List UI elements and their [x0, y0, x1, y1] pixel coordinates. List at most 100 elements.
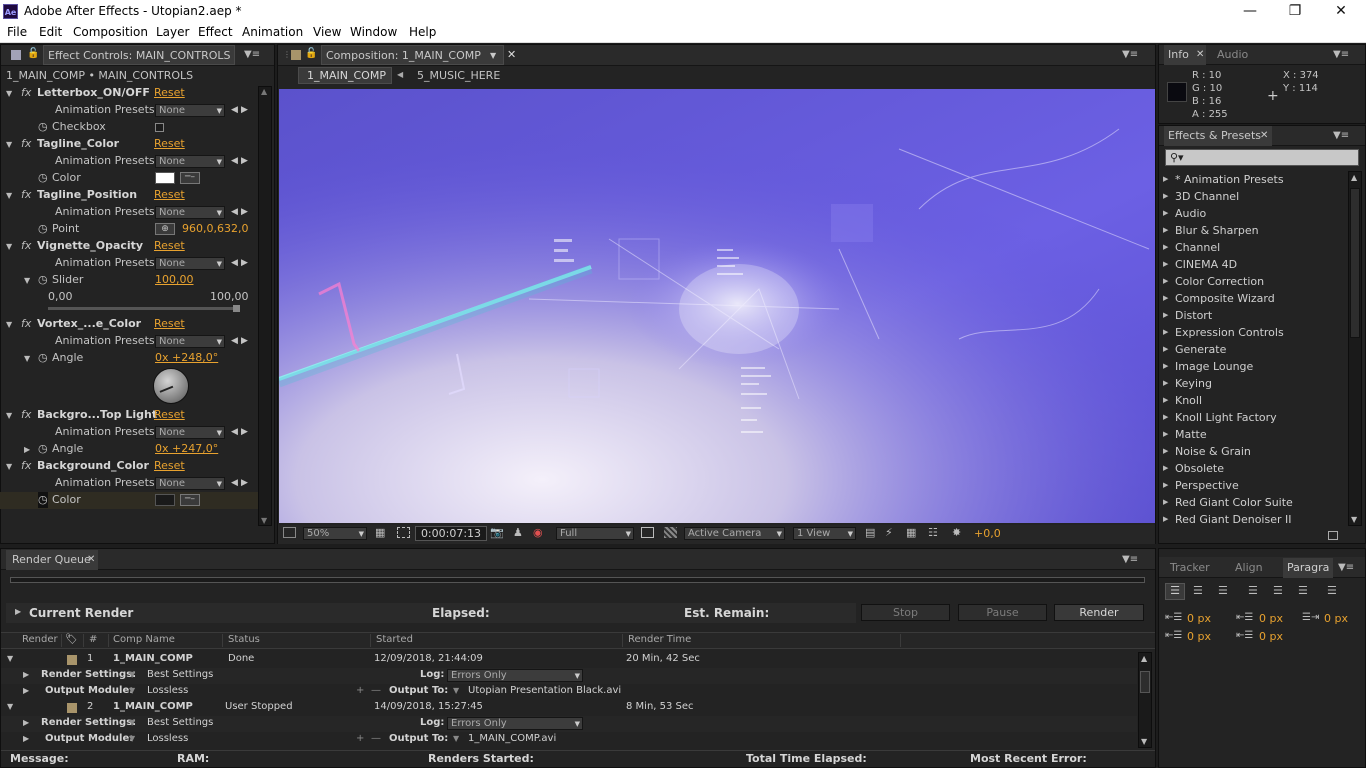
- zoom-dropdown[interactable]: 50%: [303, 527, 367, 540]
- collapse-triangle-icon[interactable]: ▼: [7, 700, 13, 714]
- expand-triangle-icon[interactable]: ▶: [1163, 341, 1168, 358]
- angle-dial[interactable]: [153, 368, 189, 404]
- effect-controls-scrollbar[interactable]: ▲ ▼: [258, 86, 272, 526]
- expand-triangle-icon[interactable]: ▶: [1163, 511, 1168, 528]
- prev-preset-icon[interactable]: ◀: [231, 255, 238, 271]
- tag-icon[interactable]: 🏷: [65, 634, 78, 648]
- tab-info[interactable]: Info ✕: [1164, 45, 1206, 65]
- resolution-dropdown[interactable]: Full: [556, 527, 634, 540]
- preset-dropdown[interactable]: None: [155, 206, 225, 219]
- prev-preset-icon[interactable]: ◀: [231, 475, 238, 491]
- collapse-triangle-icon[interactable]: ▼: [6, 86, 12, 102]
- next-preset-icon[interactable]: ▶: [241, 424, 248, 440]
- channel-icon[interactable]: ◉: [533, 526, 543, 539]
- slider-value[interactable]: 100,00: [155, 272, 194, 288]
- justify-right-icon[interactable]: ☰: [1298, 584, 1308, 597]
- fx-icon[interactable]: fx: [21, 187, 31, 203]
- preset-dropdown[interactable]: None: [155, 477, 225, 490]
- effects-category-item[interactable]: ▶ Expression Controls: [1163, 324, 1347, 341]
- expand-triangle-icon[interactable]: ▶: [1163, 205, 1168, 222]
- stopwatch-icon[interactable]: ◷: [38, 350, 48, 366]
- close-tab-icon[interactable]: ✕: [1196, 45, 1204, 64]
- expand-triangle-icon[interactable]: ▶: [1163, 307, 1168, 324]
- expand-triangle-icon[interactable]: ▶: [1163, 392, 1168, 409]
- render-item-row[interactable]: ▼ 1 1_MAIN_COMP Done 12/09/2018, 21:44:0…: [1, 652, 1137, 668]
- expand-triangle-icon[interactable]: ▶: [23, 668, 29, 682]
- prev-preset-icon[interactable]: ◀: [231, 204, 238, 220]
- tab-composition[interactable]: Composition: 1_MAIN_COMP ▼: [321, 45, 504, 65]
- preset-dropdown[interactable]: None: [155, 426, 225, 439]
- output-file[interactable]: Utopian Presentation Black.avi: [468, 684, 621, 698]
- scroll-thumb[interactable]: [1140, 671, 1150, 693]
- scroll-up-icon[interactable]: ▲: [261, 87, 267, 96]
- remove-output-icon[interactable]: —: [371, 684, 381, 698]
- eyedropper-icon[interactable]: ─–: [180, 172, 200, 184]
- indent-left-value[interactable]: 0 px: [1187, 612, 1211, 625]
- crosshair-icon[interactable]: ⊕: [155, 223, 175, 235]
- column-render-time[interactable]: Render Time: [628, 634, 691, 648]
- panel-menu-icon[interactable]: ▼≡: [1122, 50, 1138, 60]
- point-value[interactable]: 960,0,632,0: [182, 221, 248, 237]
- stopwatch-icon[interactable]: ◷: [38, 119, 48, 135]
- column-number[interactable]: #: [89, 634, 97, 648]
- view-layout-dropdown[interactable]: 1 View: [793, 527, 856, 540]
- stopwatch-icon[interactable]: ◷: [38, 272, 48, 288]
- effects-scrollbar[interactable]: ▲ ▼: [1348, 171, 1362, 526]
- render-settings-value[interactable]: Best Settings: [147, 668, 213, 682]
- expand-triangle-icon[interactable]: ▶: [1163, 375, 1168, 392]
- effects-category-item[interactable]: ▶ Blur & Sharpen: [1163, 222, 1347, 239]
- effects-category-item[interactable]: ▶ Generate: [1163, 341, 1347, 358]
- prev-preset-icon[interactable]: ◀: [231, 424, 238, 440]
- menu-file[interactable]: File: [7, 25, 27, 39]
- fast-preview-icon[interactable]: ⚡: [885, 526, 893, 539]
- slider-handle[interactable]: [233, 305, 240, 312]
- next-preset-icon[interactable]: ▶: [241, 153, 248, 169]
- collapse-triangle-icon[interactable]: ▼: [7, 652, 13, 666]
- preset-dropdown[interactable]: None: [155, 104, 225, 117]
- column-render[interactable]: Render: [22, 634, 58, 648]
- preset-dropdown[interactable]: None: [155, 155, 225, 168]
- reset-link[interactable]: Reset: [154, 85, 185, 101]
- render-settings-value[interactable]: Best Settings: [147, 716, 213, 730]
- dropdown-icon[interactable]: ▼: [129, 668, 135, 682]
- expand-triangle-icon[interactable]: ▶: [1163, 358, 1168, 375]
- dropdown-icon[interactable]: ▼: [129, 732, 135, 746]
- grip-icon[interactable]: ⋮: [283, 50, 291, 60]
- transparency-grid-icon[interactable]: [664, 527, 677, 538]
- effects-category-item[interactable]: ▶ Perspective: [1163, 477, 1347, 494]
- expand-triangle-icon[interactable]: ▶: [1163, 273, 1168, 290]
- expand-triangle-icon[interactable]: ▶: [1163, 494, 1168, 511]
- render-queue-scrollbar[interactable]: ▲ ▼: [1138, 652, 1152, 748]
- eyedropper-icon[interactable]: ─–: [180, 494, 200, 506]
- timeline-icon[interactable]: ▦: [906, 526, 916, 539]
- expand-triangle-icon[interactable]: ▶: [1163, 324, 1168, 341]
- collapse-triangle-icon[interactable]: ▼: [6, 137, 12, 153]
- tab-render-queue[interactable]: Render Queue ✕: [6, 550, 98, 570]
- menu-layer[interactable]: Layer: [156, 25, 189, 39]
- show-snapshot-icon[interactable]: ♟: [513, 526, 523, 539]
- remove-output-icon[interactable]: —: [371, 732, 381, 746]
- effects-category-item[interactable]: ▶ Noise & Grain: [1163, 443, 1347, 460]
- panel-menu-icon[interactable]: ▼≡: [244, 50, 260, 60]
- mask-visibility-icon[interactable]: [397, 527, 410, 538]
- effects-category-item[interactable]: ▶ Color Correction: [1163, 273, 1347, 290]
- dropdown-icon[interactable]: ▼: [453, 732, 459, 746]
- tab-effect-controls[interactable]: Effect Controls: MAIN_CONTROLS: [43, 45, 235, 65]
- color-swatch[interactable]: [155, 494, 175, 506]
- menu-edit[interactable]: Edit: [39, 25, 62, 39]
- close-tab-icon[interactable]: ✕: [1260, 126, 1268, 145]
- output-file[interactable]: 1_MAIN_COMP.avi: [468, 732, 556, 746]
- render-button[interactable]: Render: [1054, 604, 1144, 621]
- composition-viewer[interactable]: [279, 89, 1155, 523]
- tab-effects-presets[interactable]: Effects & Presets ✕: [1164, 126, 1272, 146]
- scroll-up-icon[interactable]: ▲: [1141, 654, 1147, 663]
- next-preset-icon[interactable]: ▶: [241, 475, 248, 491]
- expand-triangle-icon[interactable]: ▶: [1163, 477, 1168, 494]
- label-color-swatch[interactable]: [67, 703, 77, 713]
- align-center-icon[interactable]: ☰: [1193, 584, 1203, 597]
- flowchart-next-comp[interactable]: 5_MUSIC_HERE: [417, 69, 500, 82]
- fx-icon[interactable]: fx: [21, 238, 31, 254]
- menu-composition[interactable]: Composition: [73, 25, 148, 39]
- dropdown-icon[interactable]: ▼: [490, 46, 496, 65]
- toggle-pixel-aspect-icon[interactable]: ▤: [865, 526, 875, 539]
